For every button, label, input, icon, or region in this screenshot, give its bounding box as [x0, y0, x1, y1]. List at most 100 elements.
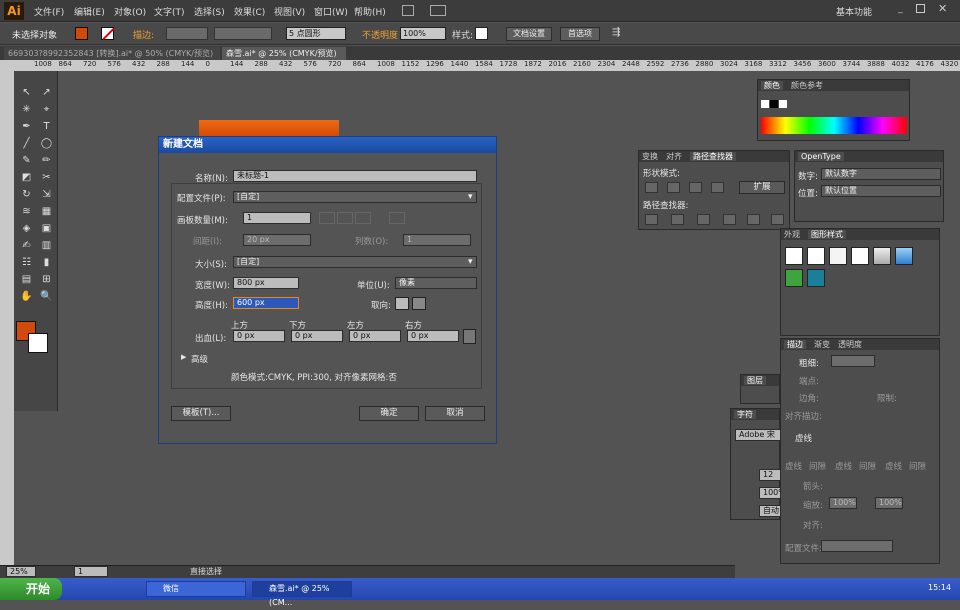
- width-field[interactable]: 800 px: [233, 277, 299, 289]
- style-blue[interactable]: [895, 247, 913, 265]
- bleed-top-field[interactable]: 0 px: [233, 330, 285, 342]
- link-icon[interactable]: [463, 329, 476, 344]
- bleed-right-field[interactable]: 0 px: [407, 330, 459, 342]
- font-family-field[interactable]: Adobe 宋体: [735, 429, 781, 441]
- exclude-icon[interactable]: [711, 182, 724, 193]
- menu-effect[interactable]: 效果(C): [234, 5, 265, 18]
- maximize-button[interactable]: [916, 4, 925, 13]
- lasso-icon[interactable]: ⌖: [39, 103, 54, 116]
- figure-select[interactable]: 默认数字: [821, 168, 941, 180]
- tab-layers[interactable]: 图层: [744, 376, 766, 385]
- slice-icon[interactable]: ⊞: [39, 273, 54, 286]
- arrange-icon[interactable]: ⇶: [612, 27, 620, 38]
- name-field[interactable]: 未标题-1: [233, 170, 477, 182]
- pen-icon[interactable]: ✒: [19, 120, 34, 133]
- white-swatch[interactable]: [779, 100, 787, 108]
- units-select[interactable]: 像素: [395, 277, 477, 289]
- paintbrush-icon[interactable]: ✎: [19, 154, 34, 167]
- line-icon[interactable]: ╱: [19, 137, 34, 150]
- pencil-icon[interactable]: ✏: [39, 154, 54, 167]
- doc-tab-active[interactable]: 森雪.ai* @ 25% (CMYK/预览): [222, 47, 346, 60]
- landscape-icon[interactable]: [412, 297, 426, 310]
- document-setup-button[interactable]: 文档设置: [506, 27, 552, 41]
- divide-icon[interactable]: [645, 214, 658, 225]
- bridge-icon[interactable]: [402, 5, 414, 16]
- eyedropper-icon[interactable]: ☷: [19, 256, 34, 269]
- weight-field[interactable]: [831, 355, 875, 367]
- taskbar-illustrator[interactable]: 森雪.ai* @ 25% (CM...: [252, 581, 352, 607]
- style-gradient-gray[interactable]: [873, 247, 891, 265]
- tab-stroke[interactable]: 描边: [784, 340, 806, 349]
- minimize-button[interactable]: _: [898, 4, 903, 14]
- style-default[interactable]: [785, 247, 803, 265]
- tab-color[interactable]: 颜色: [761, 81, 783, 90]
- ellipse-icon[interactable]: ◯: [39, 137, 54, 150]
- arrange-by-row-icon[interactable]: [355, 212, 371, 224]
- stroke-color-swatch[interactable]: [28, 333, 48, 353]
- warp-icon[interactable]: ≋: [19, 205, 34, 218]
- minus-front-icon[interactable]: [667, 182, 680, 193]
- artboard-nav-field[interactable]: 1: [74, 566, 108, 577]
- font-size-field[interactable]: 12 p: [759, 469, 781, 481]
- scale-start-field[interactable]: 100%: [829, 497, 857, 509]
- column-graph-icon[interactable]: ▣: [39, 222, 54, 235]
- style-teal[interactable]: [807, 269, 825, 287]
- menu-window[interactable]: 窗口(W): [314, 5, 348, 18]
- variable-width-field[interactable]: [214, 27, 272, 40]
- grid-by-row-icon[interactable]: [319, 212, 335, 224]
- spacing-field[interactable]: 20 px: [243, 234, 311, 246]
- opacity-field[interactable]: 100%: [400, 27, 446, 40]
- mesh-icon[interactable]: ✍: [19, 239, 34, 252]
- templates-button[interactable]: 模板(T)...: [171, 406, 231, 421]
- rotate-icon[interactable]: ↻: [19, 188, 34, 201]
- tracking-field[interactable]: 自动: [759, 505, 781, 517]
- outline-icon[interactable]: [747, 214, 760, 225]
- profile-select[interactable]: [自定]: [233, 191, 477, 203]
- menu-help[interactable]: 帮助(H): [354, 5, 386, 18]
- tab-transform[interactable]: 变换: [642, 152, 658, 161]
- style-none[interactable]: [807, 247, 825, 265]
- scale-icon[interactable]: ⇲: [39, 188, 54, 201]
- start-button[interactable]: 开始: [0, 578, 62, 600]
- bleed-left-field[interactable]: 0 px: [349, 330, 401, 342]
- menu-type[interactable]: 文字(T): [154, 5, 185, 18]
- unite-icon[interactable]: [645, 182, 658, 193]
- free-transform-icon[interactable]: ▦: [39, 205, 54, 218]
- size-select[interactable]: [自定]: [233, 256, 477, 268]
- style-green[interactable]: [785, 269, 803, 287]
- color-spectrum[interactable]: [761, 117, 907, 134]
- tab-color-guide[interactable]: 颜色参考: [791, 81, 823, 90]
- profile-select[interactable]: [821, 540, 893, 552]
- direct-selection-icon[interactable]: ↗: [39, 86, 54, 99]
- brush-field[interactable]: 5 点圆形: [286, 27, 346, 40]
- columns-field[interactable]: 1: [403, 234, 471, 246]
- tab-graphic-styles[interactable]: 图形样式: [808, 230, 846, 239]
- menu-edit[interactable]: 编辑(E): [74, 5, 105, 18]
- menu-view[interactable]: 视图(V): [274, 5, 305, 18]
- tab-transparency[interactable]: 透明度: [838, 340, 862, 349]
- expand-button[interactable]: 扩展: [739, 181, 785, 194]
- symbol-sprayer-icon[interactable]: ◈: [19, 222, 34, 235]
- style-swatch[interactable]: [475, 27, 488, 40]
- close-button[interactable]: ✕: [938, 2, 947, 15]
- scissors-icon[interactable]: ✂: [39, 171, 54, 184]
- style-outline[interactable]: [829, 247, 847, 265]
- black-swatch[interactable]: [770, 100, 778, 108]
- tab-opentype[interactable]: OpenType: [798, 152, 844, 161]
- type-icon[interactable]: T: [39, 120, 54, 133]
- crop-icon[interactable]: [723, 214, 736, 225]
- portrait-icon[interactable]: [395, 297, 409, 310]
- selection-icon[interactable]: ↖: [19, 86, 34, 99]
- menu-object[interactable]: 对象(O): [114, 5, 146, 18]
- position-select[interactable]: 默认位置: [821, 185, 941, 197]
- blob-brush-icon[interactable]: ◩: [19, 171, 34, 184]
- advanced-toggle-icon[interactable]: ▶: [181, 353, 186, 361]
- dashed-line-label[interactable]: 虚线: [795, 432, 812, 444]
- hand-icon[interactable]: ✋: [19, 290, 34, 303]
- preferences-button[interactable]: 首选项: [560, 27, 600, 41]
- merge-icon[interactable]: [697, 214, 710, 225]
- intersect-icon[interactable]: [689, 182, 702, 193]
- advanced-label[interactable]: 高级: [191, 353, 208, 365]
- magic-wand-icon[interactable]: ✳: [19, 103, 34, 116]
- fill-swatch[interactable]: [75, 27, 88, 40]
